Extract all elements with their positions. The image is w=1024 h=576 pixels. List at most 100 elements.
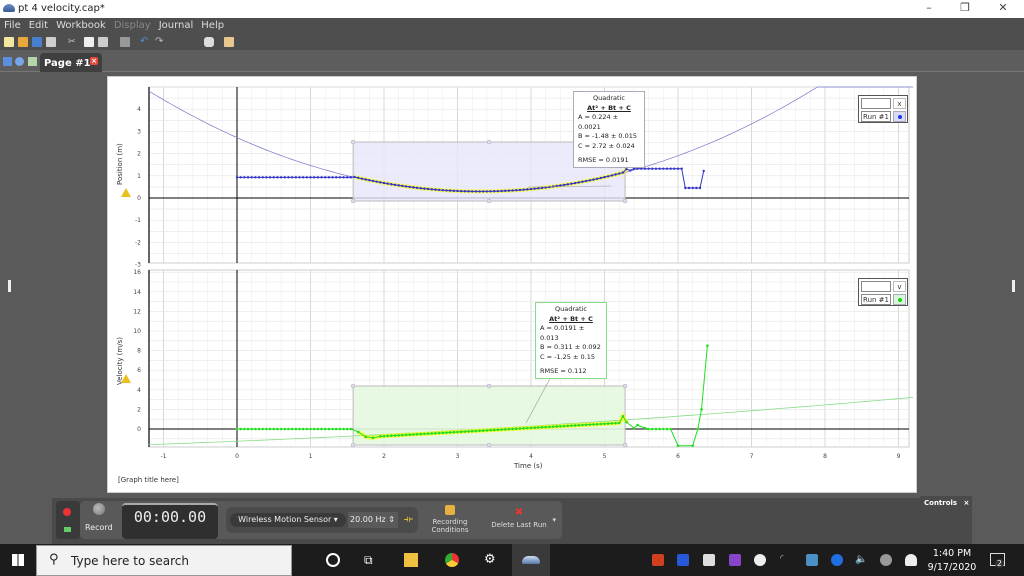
graph-canvas[interactable]: 43210-1-2-31614121086420-1 0 1 2 3 4 5 6 7 8 9 [108, 77, 918, 494]
velocity-data-point [595, 422, 599, 426]
onenote-icon[interactable] [729, 554, 741, 566]
minimize-icon[interactable]: – [914, 1, 944, 17]
velocity-data-point [305, 427, 309, 431]
page-thumbnail-icon[interactable] [28, 57, 37, 66]
taskbar-search-input[interactable]: ⚲ Type here to search [36, 545, 292, 576]
wifi-icon[interactable]: ◜ [780, 554, 792, 566]
redo-icon[interactable]: ↷ [155, 37, 165, 47]
position-fit-box[interactable]: Quadratic At² + Bt + C A = 0.224 ± 0.002… [573, 91, 645, 169]
sensor-status-icon[interactable] [63, 508, 71, 516]
legend-column-name[interactable] [861, 98, 891, 109]
velocity-selection-handle[interactable] [486, 442, 492, 448]
tray-app-icon[interactable] [880, 554, 892, 566]
rate-stepper-icon[interactable]: ⇕ [388, 515, 395, 524]
tray-app-icon[interactable] [677, 554, 689, 566]
notification-icon[interactable]: 2 [990, 553, 1005, 568]
graph-panel[interactable]: 4 3 2 1 0 -1 -2 -3 16 14 12 10 8 6 4 2 0 -1 0 1 2 3 4 5 6 7 8 9 Pos… [107, 76, 917, 493]
velocity-selection-handle[interactable] [622, 383, 628, 389]
position-data-point [287, 176, 290, 179]
tray-app-icon[interactable] [703, 554, 715, 566]
new-file-icon[interactable] [4, 37, 14, 47]
sample-rate-input[interactable]: 20.00 Hz ⇕ [348, 512, 398, 528]
recording-conditions-button[interactable]: Recording Conditions [424, 505, 476, 534]
graph-title[interactable]: [Graph title here] [118, 476, 179, 484]
open-folder-icon[interactable] [18, 37, 28, 47]
sync-icon[interactable]: ⟛ [404, 514, 413, 525]
camera-icon[interactable] [204, 37, 214, 47]
position-data-point [415, 186, 419, 190]
velocity-warning-icon[interactable] [121, 374, 131, 383]
position-y-tick-label: 0 [137, 195, 141, 202]
legend-column-name[interactable] [861, 281, 891, 292]
print-icon[interactable] [46, 37, 56, 47]
position-data-point [533, 187, 536, 190]
position-selection-handle[interactable] [486, 198, 492, 204]
chrome-icon[interactable] [445, 553, 459, 567]
velocity-data-point [426, 432, 430, 435]
position-legend[interactable]: x Run #1 [858, 95, 908, 123]
tab-page-1[interactable]: Page #1 × [40, 53, 102, 72]
onedrive-icon[interactable] [754, 554, 766, 566]
cut-icon[interactable]: ✂ [68, 37, 78, 47]
velocity-selection-handle[interactable] [350, 383, 356, 389]
legend-run-marker[interactable] [893, 294, 906, 305]
close-icon[interactable]: ✕ [988, 1, 1018, 17]
menu-workbook[interactable]: Workbook [52, 18, 110, 31]
cortana-icon[interactable] [326, 553, 340, 567]
velocity-selection-handle[interactable] [622, 442, 628, 448]
velocity-data-point [342, 427, 345, 431]
record-button[interactable] [93, 503, 105, 515]
task-view-icon[interactable]: ⧉ [364, 553, 378, 567]
velocity-data-point [441, 431, 445, 435]
volume-icon[interactable]: 🔈 [855, 554, 867, 566]
page-view-icon[interactable] [3, 57, 12, 66]
menu-file[interactable]: File [0, 18, 25, 31]
settings-gear-icon[interactable] [15, 57, 24, 66]
left-panel-handle[interactable] [8, 280, 11, 292]
velocity-legend[interactable]: v Run #1 [858, 278, 908, 306]
connect-icon[interactable] [64, 527, 71, 532]
right-panel-handle[interactable] [1012, 280, 1015, 292]
velocity-fit-box[interactable]: Quadratic At² + Bt + C A = 0.0191 ± 0.01… [535, 302, 607, 380]
menu-display[interactable]: Display [110, 18, 155, 31]
position-warning-icon[interactable] [121, 188, 131, 197]
menu-edit[interactable]: Edit [25, 18, 52, 31]
delete-last-run-button[interactable]: ✖ Delete Last Run ▾ [484, 508, 556, 530]
position-data-point [331, 176, 334, 179]
menu-journal[interactable]: Journal [155, 18, 198, 31]
controls-close-icon[interactable]: × [964, 499, 970, 507]
position-selection-handle[interactable] [350, 139, 356, 145]
taskbar-clock[interactable]: 1:40 PM 9/17/2020 [916, 547, 988, 575]
grid-icon[interactable] [224, 37, 234, 47]
file-explorer-icon[interactable] [404, 553, 418, 567]
screen-icon[interactable] [120, 37, 130, 47]
position-selection-handle[interactable] [622, 198, 628, 204]
sensor-dropdown[interactable]: Wireless Motion Sensor ▾ [230, 513, 346, 527]
controls-panel-tab[interactable]: Controls × [920, 496, 972, 524]
position-data-point [515, 189, 518, 192]
undo-icon[interactable]: ↶ [140, 37, 150, 47]
sensor-status-panel[interactable] [56, 501, 80, 539]
tray-app-icon[interactable] [806, 554, 818, 566]
velocity-data-point [283, 427, 287, 431]
velocity-data-point [544, 425, 547, 429]
velocity-selection-handle[interactable] [350, 442, 356, 448]
tab-close-icon[interactable]: × [90, 57, 98, 65]
restore-icon[interactable]: ❐ [950, 1, 980, 17]
menu-help[interactable]: Help [197, 18, 228, 31]
capstone-taskbar-button[interactable] [512, 544, 550, 576]
bluetooth-icon[interactable] [831, 554, 843, 566]
settings-gear-icon[interactable]: ⚙ [484, 553, 498, 567]
velocity-data-point [584, 423, 588, 427]
velocity-selection-handle[interactable] [486, 383, 492, 389]
legend-run-marker[interactable] [893, 111, 906, 122]
tray-app-icon[interactable] [652, 554, 664, 566]
copy-icon[interactable] [84, 37, 94, 47]
paste-icon[interactable] [98, 37, 108, 47]
record-label[interactable]: Record [85, 523, 113, 532]
windows-start-icon[interactable] [12, 554, 24, 566]
position-selection-handle[interactable] [486, 139, 492, 145]
delete-run-dropdown-icon[interactable]: ▾ [552, 516, 556, 524]
position-selection-handle[interactable] [350, 198, 356, 204]
save-icon[interactable] [32, 37, 42, 47]
